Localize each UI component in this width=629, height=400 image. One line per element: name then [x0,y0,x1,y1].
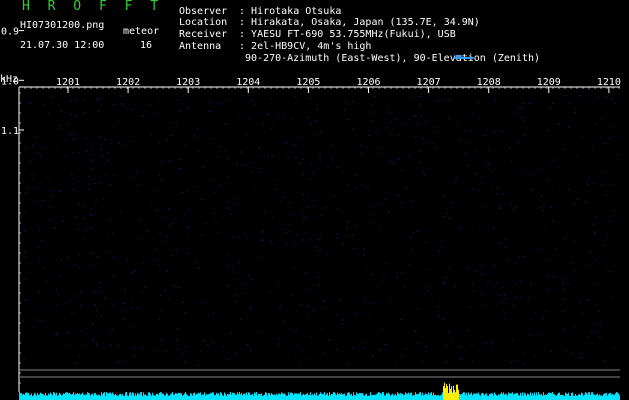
activity-peak [454,390,455,400]
x-tick-label: 1209 [537,77,561,88]
activity-peak [455,392,456,400]
activity-peak [452,392,453,400]
x-tick-label: 1201 [56,77,80,88]
y-tick-label: 1.0 [1,76,19,87]
activity-peak [456,384,457,400]
spectrogram-marks [453,54,474,59]
activity-peak [448,392,449,400]
spectrogram-axes: 1201 1202 1203 1204 1205 1206 1207 1208 1209 1210… [1,27,621,392]
noise-grid [21,95,620,366]
activity-peak [453,385,454,400]
activity-peak [450,389,451,400]
x-tick-label: 1202 [116,77,140,88]
activity-bar [19,382,620,400]
activity-peak [443,386,444,400]
x-tick-label: 1208 [477,77,501,88]
x-tick-label: 1205 [296,77,320,88]
x-tick-label: 1206 [356,77,380,88]
activity-peak [446,384,447,400]
x-tick-label: 1207 [417,77,441,88]
activity-peak [447,386,448,400]
hrofft-window: H R O F F T HI07301200.png 21.07.30 12:0… [0,0,629,400]
activity-peak [444,382,445,400]
activity-peak [458,389,459,400]
activity-peak [445,388,446,400]
y-tick-label: 1.1 [1,126,19,137]
meteor-echo [453,56,474,59]
meteor-echo-head [455,54,462,57]
activity-peak [451,386,452,400]
activity-peak [449,383,450,400]
x-tick-label: 1204 [236,77,260,88]
y-tick-label: 0.9 [1,27,19,38]
x-tick-label: 1210 [597,77,621,88]
x-tick-label: 1203 [176,77,200,88]
spectrogram: 1201 1202 1203 1204 1205 1206 1207 1208 1209 1210… [1,27,621,400]
activity-peak [457,384,458,400]
